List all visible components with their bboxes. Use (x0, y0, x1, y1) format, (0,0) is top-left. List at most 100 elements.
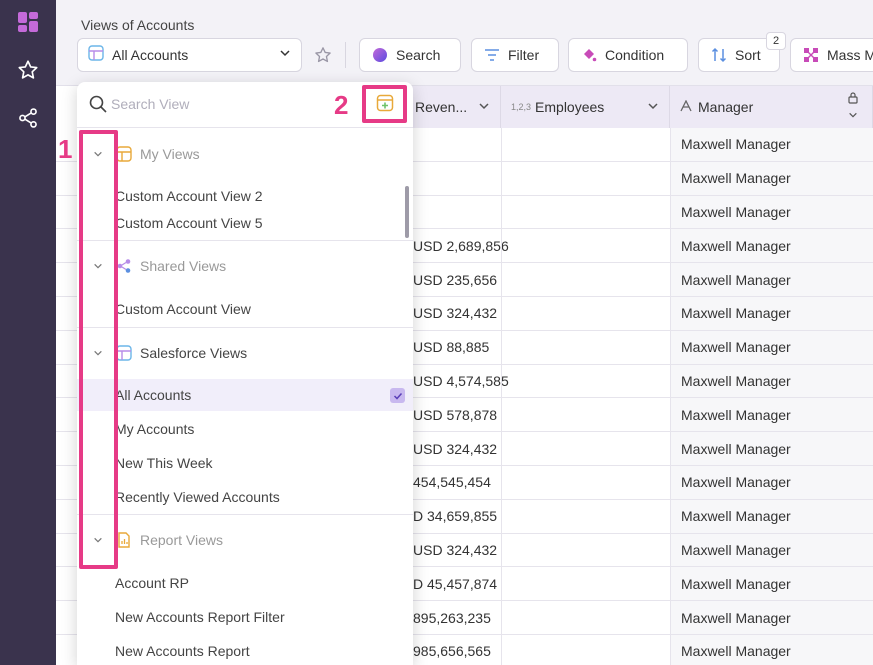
view-item[interactable]: Account RP (77, 567, 413, 599)
search-button-label: Search (396, 47, 441, 63)
employees-cell[interactable] (501, 330, 670, 364)
view-item[interactable]: My Accounts (77, 413, 413, 445)
report-icon (116, 532, 132, 548)
checkmark-icon (390, 388, 405, 403)
employees-cell[interactable] (501, 634, 670, 665)
chevron-down-icon (279, 46, 291, 64)
dashboard-icon[interactable] (16, 10, 40, 34)
manager-cell[interactable]: Maxwell Manager (670, 364, 873, 398)
sort-arrows-icon (711, 47, 727, 63)
view-selector[interactable]: All Accounts (77, 38, 302, 72)
employees-header-label: Employees (535, 99, 605, 115)
manager-cell[interactable]: Maxwell Manager (670, 533, 873, 567)
manager-cell[interactable]: Maxwell Manager (670, 161, 873, 195)
manager-cell[interactable]: Maxwell Manager (670, 128, 873, 161)
employees-cell[interactable] (501, 195, 670, 229)
employees-cell[interactable] (501, 364, 670, 398)
column-header-manager[interactable]: Manager (670, 86, 873, 128)
mass-update-label: Mass M (827, 47, 873, 63)
condition-button[interactable]: Condition (568, 38, 688, 72)
sort-count-badge: 2 (766, 32, 786, 50)
manager-cell[interactable]: Maxwell Manager (670, 263, 873, 296)
highlight-box-create-view (362, 85, 407, 123)
share-icon[interactable] (16, 106, 40, 130)
mass-update-icon (803, 47, 819, 63)
section-shared-views[interactable]: Shared Views (77, 246, 413, 286)
section-label: Shared Views (140, 258, 227, 274)
employees-cell[interactable] (501, 398, 670, 432)
manager-cell[interactable]: Maxwell Manager (670, 567, 873, 601)
mass-update-button[interactable]: Mass M (790, 38, 873, 72)
employees-cell[interactable] (501, 567, 670, 601)
manager-cell[interactable]: Maxwell Manager (670, 296, 873, 330)
manager-cell[interactable]: Maxwell Manager (670, 634, 873, 665)
views-dropdown-panel: My Views Custom Account View 2 Custom Ac… (77, 82, 413, 665)
employees-cell[interactable] (501, 128, 670, 161)
view-item-selected[interactable]: All Accounts (77, 379, 413, 411)
search-icon (89, 95, 107, 118)
employees-cell[interactable] (501, 465, 670, 499)
panel-scrollbar[interactable] (405, 186, 409, 238)
highlight-box-collapse-toggles (79, 130, 118, 569)
manager-cell[interactable]: Maxwell Manager (670, 601, 873, 634)
column-header-employees[interactable]: 1,2,3 Employees (501, 86, 670, 128)
section-label: Salesforce Views (140, 345, 248, 361)
annotation-number-one: 1 (58, 134, 73, 164)
employees-cell[interactable] (501, 229, 670, 263)
chevron-down-icon[interactable] (848, 107, 858, 123)
views-label: Views of Accounts (81, 17, 195, 33)
search-orb-icon (372, 47, 388, 63)
filter-icon (484, 48, 500, 62)
revenue-header-label: Reven... (415, 99, 468, 115)
table-icon (116, 345, 132, 361)
section-divider (77, 240, 413, 241)
section-report-views[interactable]: Report Views (77, 520, 413, 560)
my-views-icon (116, 146, 132, 162)
lock-icon (848, 91, 858, 107)
section-salesforce-views[interactable]: Salesforce Views (77, 333, 413, 373)
view-item[interactable]: New Accounts Report (77, 635, 413, 665)
employees-cell[interactable] (501, 161, 670, 195)
paint-bucket-icon (581, 47, 597, 63)
section-label: Report Views (140, 532, 224, 548)
favorite-star-icon[interactable] (312, 44, 334, 66)
sort-button-label: Sort (735, 47, 761, 63)
view-item[interactable]: Recently Viewed Accounts (77, 481, 413, 513)
search-button[interactable]: Search (359, 38, 461, 72)
view-item[interactable]: Custom Account View 5 (77, 207, 413, 239)
employees-cell[interactable] (501, 263, 670, 296)
manager-cell[interactable]: Maxwell Manager (670, 229, 873, 263)
employees-cell[interactable] (501, 601, 670, 634)
section-divider (77, 327, 413, 328)
left-nav-rail (0, 0, 56, 665)
employees-cell[interactable] (501, 499, 670, 533)
manager-cell[interactable]: Maxwell Manager (670, 499, 873, 533)
manager-cell[interactable]: Maxwell Manager (670, 432, 873, 465)
star-icon[interactable] (16, 58, 40, 82)
employees-cell[interactable] (501, 432, 670, 465)
view-item[interactable]: New Accounts Report Filter (77, 601, 413, 633)
chevron-down-icon[interactable] (478, 99, 490, 115)
manager-cell[interactable]: Maxwell Manager (670, 330, 873, 364)
chevron-down-icon[interactable] (647, 99, 659, 115)
number-type-icon: 1,2,3 (511, 102, 532, 112)
search-view-input[interactable] (111, 92, 331, 116)
section-label: My Views (140, 146, 200, 162)
view-item[interactable]: New This Week (77, 447, 413, 479)
condition-button-label: Condition (605, 47, 665, 63)
manager-cell[interactable]: Maxwell Manager (670, 398, 873, 432)
filter-button-label: Filter (508, 47, 540, 63)
employees-cell[interactable] (501, 296, 670, 330)
toolbar-divider (345, 42, 346, 68)
section-my-views[interactable]: My Views (77, 134, 413, 174)
annotation-number-two: 2 (334, 90, 349, 120)
section-divider (77, 514, 413, 515)
manager-cell[interactable]: Maxwell Manager (670, 195, 873, 229)
view-item-label: All Accounts (115, 387, 192, 403)
employees-cell[interactable] (501, 533, 670, 567)
manager-cell[interactable]: Maxwell Manager (670, 465, 873, 499)
view-item[interactable]: Custom Account View (77, 293, 413, 325)
text-type-icon (680, 99, 692, 115)
selected-view-label: All Accounts (112, 47, 189, 63)
filter-button[interactable]: Filter (471, 38, 559, 72)
